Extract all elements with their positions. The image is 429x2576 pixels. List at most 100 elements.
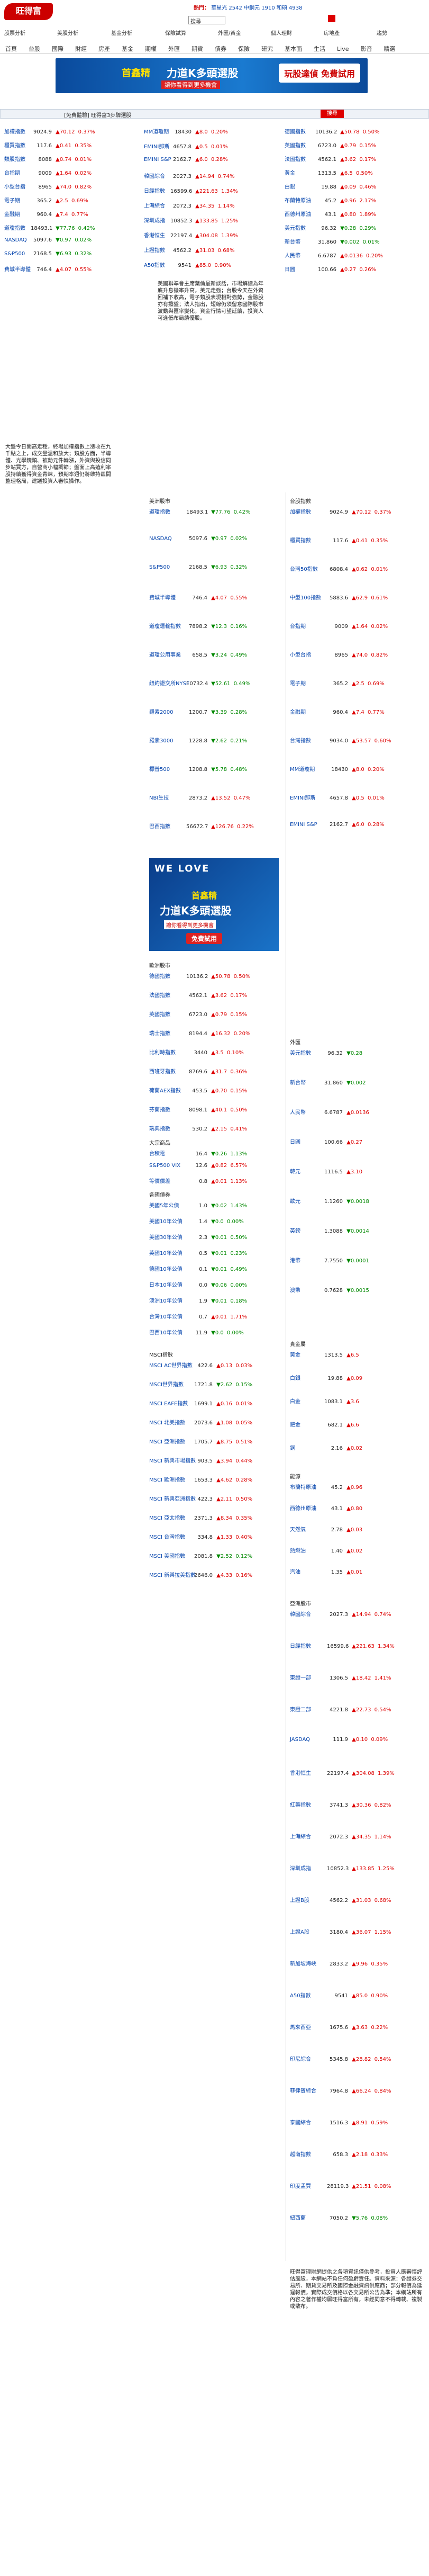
quote-name[interactable]: 英國指數 bbox=[285, 141, 315, 149]
hot-item[interactable]: 中鋼元 1910 bbox=[244, 5, 275, 11]
nav-item[interactable]: 財經 bbox=[75, 44, 87, 53]
quote-name[interactable]: 紐約證交所NYSE bbox=[149, 679, 189, 687]
quote-row[interactable]: MSCI 亞太指數 2371.3 ▲8.34 0.35% bbox=[149, 1513, 252, 1521]
quote-row[interactable]: S&P500 VIX 12.6 ▲0.82 6.57% bbox=[149, 1163, 247, 1169]
quote-row[interactable]: 電子期 365.2 ▲2.5 0.69% bbox=[4, 196, 88, 204]
quote-row[interactable]: 西德州原油 43.1 ▲0.80 1.89% bbox=[285, 210, 376, 218]
quote-name[interactable]: 美元指數 bbox=[285, 223, 315, 231]
quote-name[interactable]: 櫃買指數 bbox=[290, 536, 327, 544]
quote-name[interactable]: 台指期 bbox=[4, 168, 31, 176]
quote-name[interactable]: 瑞士指數 bbox=[149, 1029, 186, 1037]
quote-row[interactable]: 道瓊指數 18493.1 ▼77.76 0.42% bbox=[4, 223, 95, 231]
top-link[interactable]: 股票分析 bbox=[4, 29, 25, 37]
quote-name[interactable]: 瑞典指數 bbox=[149, 1124, 186, 1132]
quote-name[interactable]: 美國5年公債 bbox=[149, 1201, 186, 1209]
nav-item[interactable]: 研究 bbox=[261, 44, 273, 53]
nav-item[interactable]: 國際 bbox=[52, 44, 63, 53]
hot-item[interactable]: 華星光 2542 bbox=[211, 5, 242, 11]
quote-name[interactable]: A50指數 bbox=[144, 261, 170, 268]
quote-name[interactable]: 韓元 bbox=[290, 1167, 322, 1175]
quote-name[interactable]: 巴西10年公債 bbox=[149, 1328, 186, 1336]
quote-name[interactable]: 台灣50指數 bbox=[290, 564, 327, 572]
quote-row[interactable]: 新台幣 31.860 ▼0.002 bbox=[290, 1078, 366, 1086]
quote-name[interactable]: A50指數 bbox=[290, 1991, 327, 1999]
quote-row[interactable]: 德國指數 10136.2 ▲50.78 0.50% bbox=[149, 972, 250, 980]
quote-row[interactable]: 西德州原油 43.1 ▲0.80 bbox=[290, 1504, 362, 1512]
quote-row[interactable]: 泰國綜合 1516.3 ▲8.91 0.59% bbox=[290, 2118, 388, 2126]
quote-name[interactable]: 白銀 bbox=[290, 1374, 322, 1381]
quote-row[interactable]: 東證二部 4221.8 ▲22.73 0.54% bbox=[290, 1705, 391, 1713]
quote-row[interactable]: 芬蘭指數 8098.1 ▲40.1 0.50% bbox=[149, 1105, 247, 1113]
quote-name[interactable]: 白金 bbox=[290, 1397, 322, 1405]
quote-row[interactable]: 韓元 1116.5 ▲3.10 bbox=[290, 1167, 362, 1175]
quote-name[interactable]: 鈀金 bbox=[290, 1420, 322, 1428]
quote-row[interactable]: 鈀金 682.1 ▲6.6 bbox=[290, 1420, 359, 1428]
quote-name[interactable]: 美國30年公債 bbox=[149, 1233, 186, 1241]
quote-row[interactable]: 歐元 1.1260 ▼0.0018 bbox=[290, 1197, 369, 1205]
quote-name[interactable]: 德國指數 bbox=[149, 972, 186, 980]
quote-row[interactable]: MSCI 台灣指數 334.8 ▲1.33 0.40% bbox=[149, 1532, 252, 1540]
quote-name[interactable]: MSCI 美國指數 bbox=[149, 1551, 191, 1559]
quote-row[interactable]: 英鎊 1.3088 ▼0.0014 bbox=[290, 1226, 369, 1234]
quote-name[interactable]: MSCI AC世界指數 bbox=[149, 1361, 193, 1369]
quote-row[interactable]: 白銀 19.88 ▲0.09 bbox=[290, 1374, 362, 1381]
top-link[interactable]: 保險試算 bbox=[165, 29, 186, 37]
quote-row[interactable]: 日圓 100.66 ▲0.27 0.26% bbox=[285, 265, 376, 273]
quote-row[interactable]: EMINI S&P 2162.7 ▲6.0 0.28% bbox=[144, 157, 228, 163]
quote-row[interactable]: 台積電 16.4 ▼0.26 1.13% bbox=[149, 1149, 247, 1157]
quote-row[interactable]: 菲律賓綜合 7964.8 ▲66.24 0.84% bbox=[290, 2086, 391, 2094]
quote-name[interactable]: 羅素2000 bbox=[149, 707, 186, 715]
quote-row[interactable]: MSCI AC世界指數 422.6 ▲0.13 0.03% bbox=[149, 1361, 252, 1369]
quote-name[interactable]: MSCI 亞太指數 bbox=[149, 1513, 191, 1521]
promo-banner[interactable]: 首鑫精 力道K多頭選股 讓你看得到更多機會 玩股達偵 免費試用 bbox=[56, 58, 368, 93]
quote-name[interactable]: NASDAQ bbox=[4, 237, 31, 243]
quote-row[interactable]: 銅 2.16 ▲0.02 bbox=[290, 1443, 362, 1451]
quote-name[interactable]: 日經指數 bbox=[144, 186, 170, 194]
quote-row[interactable]: 白銀 19.88 ▲0.09 0.46% bbox=[285, 182, 376, 190]
quote-name[interactable]: MSCI 歐洲指數 bbox=[149, 1475, 191, 1483]
quote-row[interactable]: 類股指數 8088 ▲0.74 0.01% bbox=[4, 155, 92, 163]
quote-row[interactable]: 櫃買指數 117.6 ▲0.41 0.35% bbox=[290, 536, 388, 544]
quote-name[interactable]: 港幣 bbox=[290, 1256, 322, 1264]
quote-row[interactable]: 香港恒生 22197.4 ▲304.08 1.39% bbox=[144, 231, 238, 239]
quote-name[interactable]: 標普500 bbox=[149, 765, 186, 773]
quote-row[interactable]: EMINI S&P 2162.7 ▲6.0 0.28% bbox=[290, 822, 385, 828]
quote-name[interactable]: 台積電 bbox=[149, 1149, 186, 1157]
quote-name[interactable]: 金融期 bbox=[4, 210, 31, 218]
quote-row[interactable]: 道瓊運輸指數 7898.2 ▼12.3 0.16% bbox=[149, 622, 247, 630]
quote-row[interactable]: 小型台指 8965 ▲74.0 0.82% bbox=[4, 182, 92, 190]
quote-row[interactable]: 布蘭特原油 45.2 ▲0.96 bbox=[290, 1483, 362, 1491]
quote-row[interactable]: S&P500 2168.5 ▼6.93 0.32% bbox=[149, 564, 247, 570]
quote-row[interactable]: 巴西10年公債 11.9 ▼0.0 0.00% bbox=[149, 1328, 244, 1336]
quote-row[interactable]: MSCI 新興市場指數 903.5 ▲3.94 0.44% bbox=[149, 1456, 252, 1464]
quote-name[interactable]: 美國10年公債 bbox=[149, 1217, 186, 1225]
quote-name[interactable]: 德國10年公債 bbox=[149, 1264, 186, 1272]
quote-row[interactable]: 小型台指 8965 ▲74.0 0.82% bbox=[290, 650, 388, 658]
quote-row[interactable]: 瑞典指數 530.2 ▲2.15 0.41% bbox=[149, 1124, 247, 1132]
quote-row[interactable]: 上證B股 4562.2 ▲31.03 0.68% bbox=[290, 1896, 391, 1904]
nav-item[interactable]: 保險 bbox=[238, 44, 250, 53]
promo-banner-mid[interactable]: WE LOVE 首鑫精 力道K多頭選股 讓你看得到更多機會 免費試用 bbox=[149, 858, 279, 951]
quote-row[interactable]: 上證A股 3180.4 ▲36.07 1.15% bbox=[290, 1927, 391, 1935]
quote-row[interactable]: 布蘭特原油 45.2 ▲0.96 2.17% bbox=[285, 196, 376, 204]
quote-row[interactable]: MSCI 美國指數 2081.8 ▼2.52 0.12% bbox=[149, 1551, 252, 1559]
quote-name[interactable]: 印尼綜合 bbox=[290, 2054, 327, 2062]
quote-name[interactable]: 羅素3000 bbox=[149, 736, 186, 744]
quote-name[interactable]: 台灣10年公債 bbox=[149, 1312, 186, 1320]
quote-row[interactable]: 台指期 9009 ▲1.64 0.02% bbox=[4, 168, 92, 176]
hot-item[interactable]: 和碩 4938 bbox=[277, 5, 303, 11]
quote-row[interactable]: 德國指數 10136.2 ▲50.78 0.50% bbox=[285, 127, 379, 135]
quote-row[interactable]: 法國指數 4562.1 ▲3.62 0.17% bbox=[285, 155, 376, 163]
quote-row[interactable]: 法國指數 4562.1 ▲3.62 0.17% bbox=[149, 991, 247, 999]
quote-row[interactable]: 金融期 960.4 ▲7.4 0.77% bbox=[290, 707, 385, 715]
quote-row[interactable]: 荷蘭AEX指數 453.5 ▲0.70 0.15% bbox=[149, 1086, 247, 1094]
quote-name[interactable]: MSCI世界指數 bbox=[149, 1380, 191, 1388]
nav-item[interactable]: 期權 bbox=[145, 44, 157, 53]
quote-row[interactable]: 印尼綜合 5345.8 ▲28.82 0.54% bbox=[290, 2054, 391, 2062]
quote-row[interactable]: 馬來西亞 1675.6 ▲3.63 0.22% bbox=[290, 2023, 388, 2031]
quote-row[interactable]: NASDAQ 5097.6 ▼0.97 0.02% bbox=[149, 536, 247, 542]
quote-name[interactable]: MSCI 新興市場指數 bbox=[149, 1456, 196, 1464]
quote-name[interactable]: JASDAQ bbox=[290, 1737, 327, 1743]
quote-name[interactable]: 菲律賓綜合 bbox=[290, 2086, 327, 2094]
quote-name[interactable]: NBI生技 bbox=[149, 793, 186, 801]
